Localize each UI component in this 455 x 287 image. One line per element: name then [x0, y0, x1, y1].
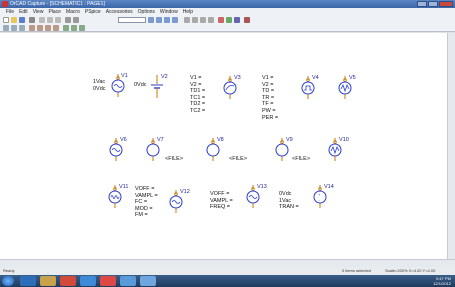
- file-property: <FILE>: [165, 156, 184, 162]
- menu-window[interactable]: Window: [160, 8, 178, 16]
- horizontal-scrollbar[interactable]: [0, 259, 455, 267]
- status-bar: Ready 0 items selected Scale=200% X=4.20…: [0, 267, 455, 275]
- cut-icon[interactable]: [39, 17, 45, 23]
- source-properties: VOFF = VAMPL = FC = MOD = FM =: [135, 186, 158, 219]
- view-results-icon[interactable]: [29, 25, 35, 31]
- copy-icon[interactable]: [47, 17, 53, 23]
- marker-power-icon[interactable]: [79, 25, 85, 31]
- save-icon[interactable]: [19, 17, 25, 23]
- menu-macro[interactable]: Macro: [66, 8, 80, 16]
- explorer-icon[interactable]: [40, 276, 56, 286]
- app-taskbar-icon[interactable]: [120, 276, 136, 286]
- undo-icon[interactable]: [65, 17, 71, 23]
- status-selection: 0 items selected: [342, 268, 371, 273]
- status-ready: Ready: [3, 268, 15, 273]
- menu-place[interactable]: Place: [48, 8, 61, 16]
- source-ref-label: V2: [161, 74, 168, 80]
- window-controls: [417, 1, 453, 7]
- title-bar: OrCAD Capture - [SCHEMATIC1 : PAGE1]: [0, 0, 455, 8]
- simulate-icon[interactable]: [218, 17, 224, 23]
- source-properties: V1 = V2 = TD1 = TC1 = TD2 = TC2 =: [190, 75, 206, 114]
- open-icon[interactable]: [11, 17, 17, 23]
- source-ref-label: V9: [286, 137, 293, 143]
- menu-view[interactable]: View: [33, 8, 44, 16]
- source-ref-label: V1: [121, 73, 128, 79]
- source-ref-label: V6: [120, 137, 127, 143]
- menu-help[interactable]: Help: [183, 8, 193, 16]
- file-property: <FILE>: [229, 156, 248, 162]
- zoom-area-icon[interactable]: [164, 17, 170, 23]
- menu-edit[interactable]: Edit: [19, 8, 28, 16]
- main-toolbar: [0, 16, 455, 24]
- menu-file[interactable]: File: [6, 8, 14, 16]
- source-properties: 0Vdc: [134, 82, 147, 88]
- minimize-button[interactable]: [417, 1, 427, 7]
- source-properties: 1Vac 0Vdc: [93, 79, 106, 92]
- menu-options[interactable]: Options: [138, 8, 155, 16]
- current-marker-icon[interactable]: [244, 17, 250, 23]
- bias-current-icon[interactable]: [45, 25, 51, 31]
- new-simulation-icon[interactable]: [3, 25, 9, 31]
- word-icon[interactable]: [80, 276, 96, 286]
- run-icon[interactable]: [19, 25, 25, 31]
- source-ref-label: V7: [157, 137, 164, 143]
- bias-power-icon[interactable]: [53, 25, 59, 31]
- pspice-toolbar: [0, 24, 455, 32]
- ie-icon[interactable]: [20, 276, 36, 286]
- paste-icon[interactable]: [55, 17, 61, 23]
- annotate-icon[interactable]: [184, 17, 190, 23]
- schematic-canvas[interactable]: V1 1Vac 0Vdc V2 0Vdc V3 V1 = V2 = TD1 = …: [0, 33, 447, 259]
- start-button[interactable]: [2, 276, 14, 286]
- voltage-marker-icon[interactable]: [234, 17, 240, 23]
- system-clock[interactable]: 9:47 PM 12/1/2012: [433, 276, 451, 286]
- source-ref-label: V5: [349, 75, 356, 81]
- source-properties: 0Vdc 1Vac TRAN =: [279, 191, 299, 211]
- menu-pspice[interactable]: PSpice: [85, 8, 101, 16]
- vertical-scrollbar[interactable]: [447, 33, 455, 259]
- status-scale: Scale=200% X=4.20 Y=4.00: [385, 268, 436, 273]
- zoom-select[interactable]: [118, 17, 146, 23]
- window-title: OrCAD Capture - [SCHEMATIC1 : PAGE1]: [10, 1, 105, 7]
- marker-current-icon[interactable]: [71, 25, 77, 31]
- print-icon[interactable]: [29, 17, 35, 23]
- svg-text:-: -: [319, 197, 321, 202]
- source-ref-label: V3: [234, 75, 241, 81]
- edit-simulation-icon[interactable]: [11, 25, 17, 31]
- drc-icon[interactable]: [192, 17, 198, 23]
- zoom-in-icon[interactable]: [148, 17, 154, 23]
- source-properties: VOFF = VAMPL = FREQ =: [210, 191, 233, 211]
- source-ref-label: V13: [257, 184, 267, 190]
- source-ref-label: V8: [217, 137, 224, 143]
- menu-bar: File Edit View Place Macro PSpice Access…: [0, 8, 455, 16]
- netlist-icon[interactable]: [200, 17, 206, 23]
- zoom-all-icon[interactable]: [172, 17, 178, 23]
- source-ref-label: V11: [119, 184, 129, 190]
- source-ref-label: V12: [180, 189, 190, 195]
- file-property: <FILE>: [292, 156, 311, 162]
- taskbar: 9:47 PM 12/1/2012: [0, 275, 455, 287]
- close-button[interactable]: [439, 1, 453, 7]
- menu-accessories[interactable]: Accessories: [106, 8, 133, 16]
- bias-voltage-icon[interactable]: [37, 25, 43, 31]
- maximize-button[interactable]: [428, 1, 438, 7]
- bom-icon[interactable]: [208, 17, 214, 23]
- source-properties: V1 = V2 = TD = TR = TF = PW = PER =: [262, 75, 279, 121]
- probe-icon[interactable]: [226, 17, 232, 23]
- source-ref-label: V4: [312, 75, 319, 81]
- orcad-taskbar-icon[interactable]: [100, 276, 116, 286]
- new-icon[interactable]: [3, 17, 9, 23]
- source-ref-label: V10: [339, 137, 349, 143]
- source-ref-label: V14: [324, 184, 334, 190]
- redo-icon[interactable]: [73, 17, 79, 23]
- orcad-app-icon: [2, 1, 8, 7]
- media-icon[interactable]: [60, 276, 76, 286]
- zoom-out-icon[interactable]: [156, 17, 162, 23]
- marker-voltage-icon[interactable]: [63, 25, 69, 31]
- capture-taskbar-icon[interactable]: [140, 276, 156, 286]
